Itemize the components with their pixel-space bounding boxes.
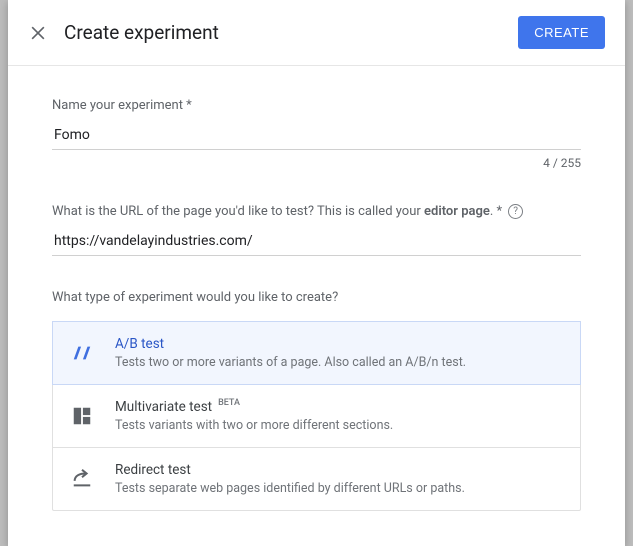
name-input[interactable] (52, 123, 581, 150)
type-label: What type of experiment would you like t… (52, 290, 581, 305)
ab-test-icon (71, 342, 93, 364)
create-experiment-modal: Create experiment CREATE Name your exper… (8, 0, 625, 546)
url-label-pre: What is the URL of the page you'd like t… (52, 204, 424, 219)
experiment-type-options: A/B test Tests two or more variants of a… (52, 321, 581, 511)
help-icon[interactable]: ? (508, 204, 523, 219)
option-title: A/B test (115, 336, 164, 352)
close-icon[interactable] (28, 23, 48, 43)
option-text: A/B test Tests two or more variants of a… (115, 336, 562, 370)
option-text: Multivariate test BETA Tests variants wi… (115, 399, 562, 433)
type-section: What type of experiment would you like t… (52, 290, 581, 511)
modal-title: Create experiment (64, 21, 518, 44)
url-field-group: What is the URL of the page you'd like t… (52, 204, 581, 256)
name-char-counter: 4 / 255 (52, 156, 581, 170)
redirect-icon (71, 468, 93, 490)
option-title: Multivariate test (115, 399, 212, 415)
modal-body: Name your experiment * 4 / 255 What is t… (8, 66, 625, 546)
url-input[interactable] (52, 229, 581, 256)
option-desc: Tests separate web pages identified by d… (115, 481, 562, 496)
create-button[interactable]: CREATE (518, 16, 605, 49)
option-desc: Tests variants with two or more differen… (115, 418, 562, 433)
multivariate-icon (71, 405, 93, 427)
url-label-bold: editor page (424, 204, 490, 219)
option-multivariate-test[interactable]: Multivariate test BETA Tests variants wi… (53, 384, 580, 447)
name-field-group: Name your experiment * 4 / 255 (52, 98, 581, 170)
url-label-post: . * (490, 204, 502, 219)
option-ab-test[interactable]: A/B test Tests two or more variants of a… (52, 321, 581, 385)
beta-badge: BETA (218, 398, 240, 408)
name-field-label: Name your experiment * (52, 98, 581, 113)
url-field-label: What is the URL of the page you'd like t… (52, 204, 581, 219)
option-redirect-test[interactable]: Redirect test Tests separate web pages i… (53, 447, 580, 510)
modal-header: Create experiment CREATE (8, 0, 625, 66)
option-text: Redirect test Tests separate web pages i… (115, 462, 562, 496)
option-desc: Tests two or more variants of a page. Al… (115, 355, 562, 370)
option-title: Redirect test (115, 462, 191, 478)
